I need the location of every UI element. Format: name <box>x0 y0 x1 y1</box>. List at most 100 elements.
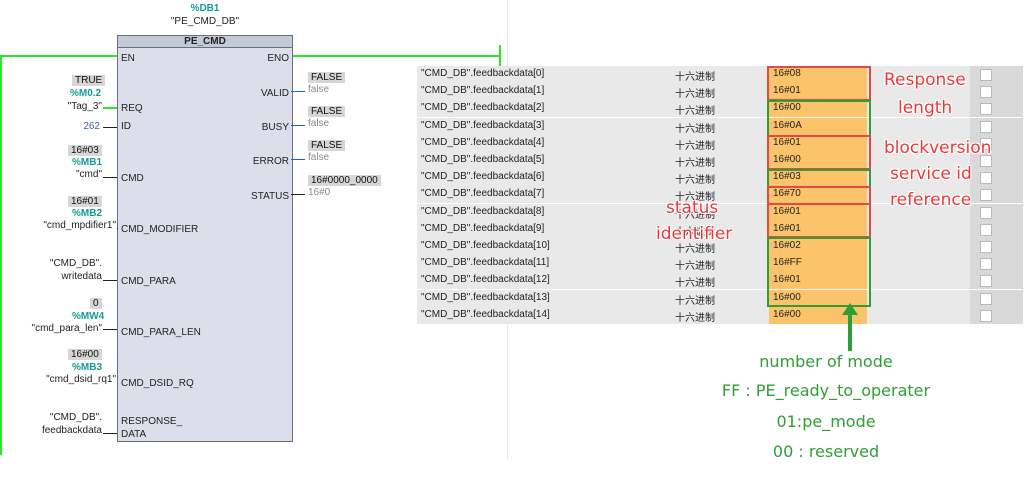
annot-mode-line2: FF : PE_ready_to_operater <box>721 381 931 400</box>
pin-eno: ENO <box>267 53 289 64</box>
pin-cmd: CMD <box>121 173 144 184</box>
status-wire <box>291 194 305 195</box>
len-wire <box>103 329 117 330</box>
row-name: "CMD_DB".feedbackdata[10] <box>421 240 550 251</box>
row-checkbox[interactable] <box>980 275 992 288</box>
pin-cmd-para: CMD_PARA <box>121 276 176 287</box>
id-value[interactable]: 262 <box>83 121 100 132</box>
row-checkbox[interactable] <box>980 292 992 305</box>
row-checkbox[interactable] <box>980 69 992 81</box>
row-modify-column <box>970 186 1023 204</box>
req-address: %M0.2 <box>70 88 102 99</box>
row-modify-column <box>970 169 1023 187</box>
status-sub: 16#0 <box>308 187 331 198</box>
row-format[interactable]: 十六进制 <box>675 102 715 117</box>
row-checkbox[interactable] <box>980 206 992 219</box>
row-modify-column <box>970 220 1023 238</box>
highlight-service-id <box>767 135 871 170</box>
pin-status: STATUS <box>251 191 289 202</box>
annot-reference: reference <box>890 190 972 210</box>
valid-wire <box>291 91 305 92</box>
annot-blockversion: blockversion <box>884 138 992 158</box>
row-name: "CMD_DB".feedbackdata[3] <box>421 119 545 131</box>
table-row[interactable]: "CMD_DB".feedbackdata[3] 十六进制 16#0A <box>417 117 1023 136</box>
pin-busy: BUSY <box>261 122 289 133</box>
pin-valid: VALID <box>260 88 289 99</box>
busy-wire <box>291 125 305 126</box>
busy-sub: false <box>308 118 330 129</box>
row-checkbox[interactable] <box>980 172 992 185</box>
error-wire <box>291 159 305 160</box>
row-name: "CMD_DB".feedbackdata[1] <box>421 85 545 97</box>
row-format[interactable]: 十六进制 <box>675 85 715 100</box>
dsid-address: %MB3 <box>72 362 103 373</box>
row-checkbox[interactable] <box>980 223 992 236</box>
function-block-pe-cmd[interactable]: PE_CMD EN REQ ID CMD CMD_MODIFIER CMD_PA… <box>117 35 293 442</box>
row-format[interactable]: 十六进制 <box>675 274 715 289</box>
row-checkbox[interactable] <box>980 241 992 253</box>
annot-service-id: service id <box>890 164 972 184</box>
req-tag[interactable]: "Tag_3" <box>68 101 102 112</box>
row-checkbox[interactable] <box>980 189 992 202</box>
status-value: 16#0000_0000 <box>308 175 381 186</box>
row-format[interactable]: 十六进制 <box>675 137 715 152</box>
para-tag-line2[interactable]: writedata <box>61 271 102 282</box>
row-checkbox[interactable] <box>980 120 992 133</box>
len-tag[interactable]: "cmd_para_len" <box>32 323 102 334</box>
table-row[interactable]: "CMD_DB".feedbackdata[11] 十六进制 16#FF <box>417 255 1023 274</box>
modifier-tag[interactable]: "cmd_mpdifier1" <box>43 220 116 231</box>
annot-identifier: identifier <box>656 224 733 244</box>
row-format[interactable]: 十六进制 <box>675 154 715 169</box>
row-modify-column <box>970 203 1023 221</box>
modifier-value: 16#01 <box>68 196 102 207</box>
pin-error: ERROR <box>252 156 289 167</box>
row-format[interactable]: 十六进制 <box>675 309 715 324</box>
row-modify-column <box>970 117 1023 135</box>
pin-response-data-1: RESPONSE_ <box>121 416 183 427</box>
row-modify-column <box>970 289 1023 307</box>
table-row[interactable]: "CMD_DB".feedbackdata[12] 十六进制 16#01 <box>417 272 1023 291</box>
pin-response-data-2: DATA <box>121 429 147 440</box>
highlight-response-length <box>767 66 871 101</box>
annot-mode-line1: number of mode <box>759 352 893 371</box>
power-rail-left <box>0 55 2 455</box>
highlight-number-of-mode <box>767 237 871 307</box>
dsid-tag[interactable]: "cmd_dsid_rq1" <box>46 374 116 385</box>
row-checkbox[interactable] <box>980 258 992 271</box>
pin-cmd-para-len: CMD_PARA_LEN <box>121 327 201 338</box>
row-modify-column <box>970 255 1023 273</box>
resp-wire <box>103 433 117 434</box>
pin-cmd-modifier: CMD_MODIFIER <box>121 224 199 235</box>
table-row[interactable]: "CMD_DB".feedbackdata[13] 十六进制 16#00 <box>417 289 1023 308</box>
row-format[interactable]: 十六进制 <box>675 171 715 186</box>
row-name: "CMD_DB".feedbackdata[7] <box>421 188 545 200</box>
len-value: 0 <box>90 298 102 309</box>
highlight-blockversion <box>767 100 871 137</box>
row-checkbox[interactable] <box>980 103 992 116</box>
row-name: "CMD_DB".feedbackdata[4] <box>421 136 545 148</box>
row-checkbox[interactable] <box>980 309 992 322</box>
para-tag-line1[interactable]: "CMD_DB". <box>50 258 102 269</box>
pin-req: REQ <box>121 103 143 114</box>
row-format[interactable]: 十六进制 <box>675 292 715 307</box>
row-format[interactable]: 十六进制 <box>675 120 715 135</box>
power-rail-right <box>499 45 501 67</box>
row-name: "CMD_DB".feedbackdata[11] <box>421 257 550 269</box>
resp-tag-line2[interactable]: feedbackdata <box>42 425 102 436</box>
row-modify-column <box>970 238 1023 255</box>
highlight-status-identifier <box>767 203 871 238</box>
row-name: "CMD_DB".feedbackdata[6] <box>421 171 545 183</box>
req-value: TRUE <box>72 75 106 86</box>
table-row[interactable]: "CMD_DB".feedbackdata[14] 十六进制 16#00 <box>417 306 1023 325</box>
row-modify-column <box>970 83 1023 101</box>
cmd-tag[interactable]: "cmd" <box>76 169 102 180</box>
row-name: "CMD_DB".feedbackdata[8] <box>421 205 545 217</box>
row-format[interactable]: 十六进制 <box>675 257 715 272</box>
row-name: "CMD_DB".feedbackdata[5] <box>421 154 545 165</box>
row-modify-column <box>970 306 1023 324</box>
len-address: %MW4 <box>72 311 105 322</box>
row-format[interactable]: 十六进制 <box>675 68 715 83</box>
row-checkbox[interactable] <box>980 86 992 99</box>
resp-tag-line1[interactable]: "CMD_DB". <box>50 412 102 423</box>
row-name: "CMD_DB".feedbackdata[12] <box>421 274 550 286</box>
